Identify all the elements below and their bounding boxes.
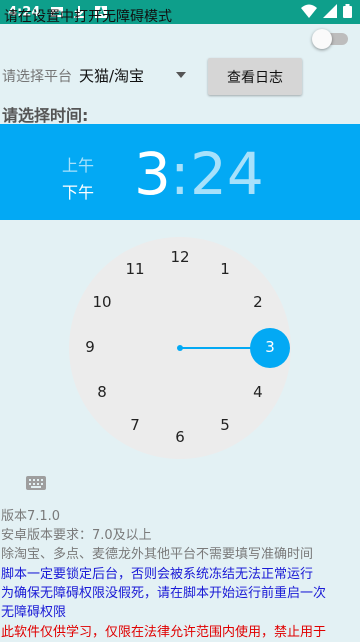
minute-display[interactable]: 24 (190, 140, 264, 208)
clock-number-6[interactable]: 6 (165, 428, 195, 448)
version-text: 版本7.1.0 (1, 509, 61, 524)
clock-number-3[interactable]: 3 (255, 338, 285, 358)
wifi-icon (301, 4, 317, 18)
hour-display[interactable]: 3 (134, 140, 171, 208)
time-picker-header: 上午 下午 3 : 24 (0, 124, 360, 220)
warning-lock-text: 脚本一定要锁定后台，否则会被系统冻结无法正常运行 (1, 567, 314, 582)
legal-disclaimer-text: 此软件仅供学习，仅限在法律允许范围内使用，禁止用于 (1, 625, 327, 640)
warning-restart-text: 为确保无障碍权限没假死，请在脚本开始运行前重启一次 (1, 586, 327, 601)
android-requirement-text: 安卓版本要求：7.0及以上 (1, 528, 152, 543)
toggle-thumb (312, 29, 332, 49)
clock-number-10[interactable]: 10 (87, 293, 117, 313)
clock-number-9[interactable]: 9 (75, 338, 105, 358)
clock-number-2[interactable]: 2 (243, 293, 273, 313)
am-toggle[interactable]: 上午 (62, 152, 94, 176)
platform-label: 请选择平台 (2, 69, 72, 85)
warning-restart-text-cont: 无障碍权限 (1, 605, 67, 620)
clock-number-1[interactable]: 1 (210, 260, 240, 280)
clock-number-4[interactable]: 4 (243, 383, 273, 403)
keyboard-icon[interactable] (26, 475, 46, 491)
time-separator: : (170, 140, 190, 208)
choose-time-label: 请选择时间: (2, 106, 89, 125)
clock-number-7[interactable]: 7 (120, 416, 150, 436)
battery-icon (343, 4, 352, 18)
clock-dial[interactable]: 12 1 2 3 4 5 6 7 8 9 10 11 (69, 237, 291, 459)
platform-selected-value: 天猫/淘宝 (79, 67, 145, 85)
platform-note-text: 除淘宝、多点、麦德龙外其他平台不需要填写准确时间 (1, 547, 314, 562)
clock-number-12[interactable]: 12 (165, 248, 195, 268)
clock-number-8[interactable]: 8 (87, 383, 117, 403)
clock-number-5[interactable]: 5 (210, 416, 240, 436)
clock-number-11[interactable]: 11 (120, 260, 150, 280)
pm-toggle[interactable]: 下午 (62, 179, 94, 203)
accessibility-prompt: 请在设置中打开无障碍模式 (4, 9, 172, 25)
signal-icon (323, 4, 337, 18)
dropdown-arrow-icon (176, 72, 186, 78)
platform-dropdown[interactable]: 天猫/淘宝 (76, 58, 194, 92)
view-log-button[interactable]: 查看日志 (208, 58, 302, 95)
clock-center-dot (177, 345, 183, 351)
